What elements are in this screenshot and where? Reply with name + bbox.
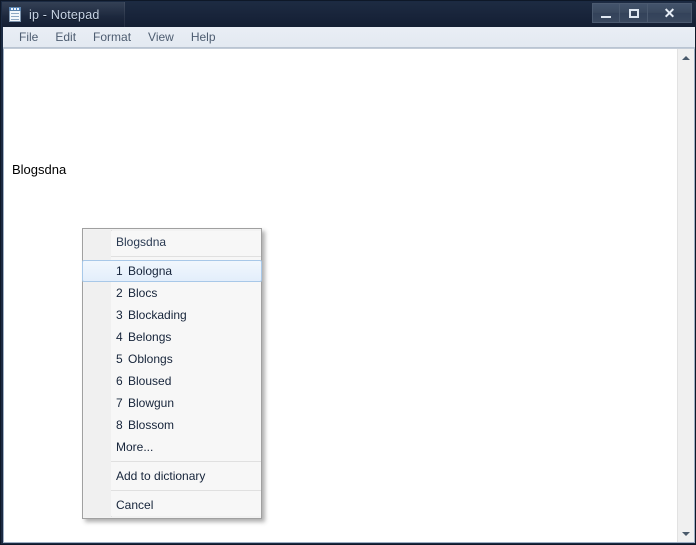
window-controls: ✕ — [592, 3, 692, 23]
text-editor-area[interactable]: Blogsdna Blogsdna 1 Bologna 2 Blocs 3 Bl… — [3, 48, 695, 543]
menu-item-file[interactable]: File — [11, 28, 47, 46]
context-menu-separator — [111, 256, 261, 257]
maximize-button[interactable] — [620, 3, 648, 23]
suggestion-number: 4 — [116, 330, 123, 344]
suggestion-label: Oblongs — [128, 352, 173, 366]
menu-item-format[interactable]: Format — [85, 28, 140, 46]
suggestion-number: 8 — [116, 418, 123, 432]
suggestion-item-7[interactable]: 7 Blowgun — [83, 392, 261, 414]
scroll-down-button[interactable] — [678, 525, 694, 542]
scroll-down-icon — [682, 531, 690, 536]
suggestion-item-8[interactable]: 8 Blossom — [83, 414, 261, 436]
add-to-dictionary-item[interactable]: Add to dictionary — [83, 465, 261, 487]
suggestion-label: Bologna — [128, 264, 173, 278]
suggestion-item-6[interactable]: 6 Bloused — [83, 370, 261, 392]
scroll-up-icon — [682, 55, 690, 60]
spellcheck-context-menu: Blogsdna 1 Bologna 2 Blocs 3 Blockading 4 Be… — [82, 228, 262, 519]
suggestion-number: 5 — [116, 352, 123, 366]
close-button[interactable]: ✕ — [648, 3, 692, 23]
context-menu-separator — [111, 490, 261, 491]
suggestion-number: 3 — [116, 308, 123, 322]
title-bar[interactable]: ip - Notepad ✕ — [2, 2, 696, 27]
suggestion-item-2[interactable]: 2 Blocs — [83, 282, 261, 304]
suggestion-number: 1 — [116, 264, 123, 278]
minimize-button[interactable] — [592, 3, 620, 23]
suggestion-number: 7 — [116, 396, 123, 410]
title-bar-left: ip - Notepad — [2, 2, 100, 27]
suggestion-number: 2 — [116, 286, 123, 300]
suggestion-item-4[interactable]: 4 Belongs — [83, 326, 261, 348]
context-menu-header: Blogsdna — [116, 235, 167, 249]
more-suggestions-item[interactable]: More... — [83, 436, 261, 458]
suggestion-item-3[interactable]: 3 Blockading — [83, 304, 261, 326]
menu-item-help[interactable]: Help — [183, 28, 225, 46]
suggestion-label: Blossom — [128, 418, 175, 432]
suggestion-label: Blockading — [128, 308, 187, 322]
suggestion-label: Belongs — [128, 330, 172, 344]
notepad-icon — [8, 6, 23, 23]
suggestion-item-1[interactable]: 1 Bologna — [82, 260, 262, 282]
document-text[interactable]: Blogsdna — [12, 162, 66, 177]
context-menu-separator — [111, 461, 261, 462]
minimize-icon — [601, 15, 611, 18]
close-icon: ✕ — [663, 5, 676, 21]
menu-item-view[interactable]: View — [140, 28, 183, 46]
suggestion-item-5[interactable]: 5 Oblongs — [83, 348, 261, 370]
window-title: ip - Notepad — [29, 7, 100, 22]
suggestion-label: Blocs — [128, 286, 158, 300]
context-menu-body: Blogsdna 1 Bologna 2 Blocs 3 Blockading 4 Be… — [82, 231, 262, 516]
vertical-scrollbar[interactable] — [677, 49, 694, 542]
suggestion-number: 6 — [116, 374, 123, 388]
cancel-item[interactable]: Cancel — [83, 494, 261, 516]
menu-item-edit[interactable]: Edit — [47, 28, 85, 46]
menu-bar: File Edit Format View Help — [3, 27, 695, 48]
suggestion-label: Blowgun — [128, 396, 175, 410]
scroll-up-button[interactable] — [678, 49, 694, 66]
maximize-icon — [628, 8, 639, 18]
suggestion-label: Bloused — [128, 374, 172, 388]
notepad-window: ip - Notepad ✕ File Edit Format View Hel… — [0, 0, 696, 545]
